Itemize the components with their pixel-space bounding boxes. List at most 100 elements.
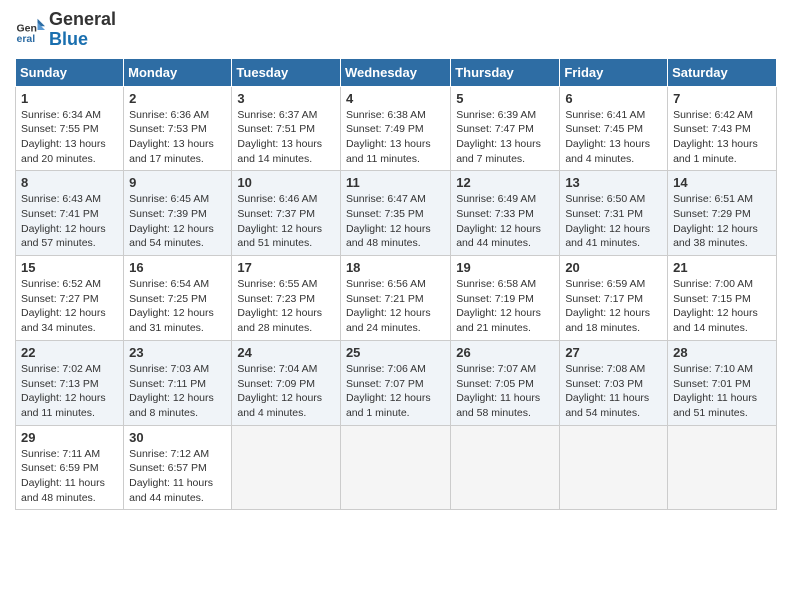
day-number: 9 xyxy=(129,175,226,190)
calendar-cell: 14 Sunrise: 6:51 AM Sunset: 7:29 PM Dayl… xyxy=(668,171,777,256)
calendar-cell: 17 Sunrise: 6:55 AM Sunset: 7:23 PM Dayl… xyxy=(232,256,341,341)
calendar-cell: 19 Sunrise: 6:58 AM Sunset: 7:19 PM Dayl… xyxy=(451,256,560,341)
calendar-cell xyxy=(340,425,450,510)
calendar-cell: 22 Sunrise: 7:02 AM Sunset: 7:13 PM Dayl… xyxy=(16,340,124,425)
day-number: 26 xyxy=(456,345,554,360)
day-header-thursday: Thursday xyxy=(451,58,560,86)
day-header-wednesday: Wednesday xyxy=(340,58,450,86)
day-number: 18 xyxy=(346,260,445,275)
day-number: 7 xyxy=(673,91,771,106)
calendar-cell: 24 Sunrise: 7:04 AM Sunset: 7:09 PM Dayl… xyxy=(232,340,341,425)
day-info: Sunrise: 7:02 AM Sunset: 7:13 PM Dayligh… xyxy=(21,362,118,421)
day-info: Sunrise: 6:36 AM Sunset: 7:53 PM Dayligh… xyxy=(129,108,226,167)
day-info: Sunrise: 6:38 AM Sunset: 7:49 PM Dayligh… xyxy=(346,108,445,167)
day-info: Sunrise: 6:47 AM Sunset: 7:35 PM Dayligh… xyxy=(346,192,445,251)
day-info: Sunrise: 6:46 AM Sunset: 7:37 PM Dayligh… xyxy=(237,192,335,251)
day-number: 19 xyxy=(456,260,554,275)
day-info: Sunrise: 6:55 AM Sunset: 7:23 PM Dayligh… xyxy=(237,277,335,336)
svg-text:eral: eral xyxy=(17,33,36,45)
day-number: 25 xyxy=(346,345,445,360)
day-info: Sunrise: 6:56 AM Sunset: 7:21 PM Dayligh… xyxy=(346,277,445,336)
day-header-friday: Friday xyxy=(560,58,668,86)
day-number: 15 xyxy=(21,260,118,275)
day-number: 5 xyxy=(456,91,554,106)
day-info: Sunrise: 6:45 AM Sunset: 7:39 PM Dayligh… xyxy=(129,192,226,251)
day-number: 16 xyxy=(129,260,226,275)
day-info: Sunrise: 7:12 AM Sunset: 6:57 PM Dayligh… xyxy=(129,447,226,506)
calendar-week-row: 15 Sunrise: 6:52 AM Sunset: 7:27 PM Dayl… xyxy=(16,256,777,341)
day-number: 30 xyxy=(129,430,226,445)
day-info: Sunrise: 6:58 AM Sunset: 7:19 PM Dayligh… xyxy=(456,277,554,336)
calendar-cell: 28 Sunrise: 7:10 AM Sunset: 7:01 PM Dayl… xyxy=(668,340,777,425)
calendar-cell: 11 Sunrise: 6:47 AM Sunset: 7:35 PM Dayl… xyxy=(340,171,450,256)
day-info: Sunrise: 7:04 AM Sunset: 7:09 PM Dayligh… xyxy=(237,362,335,421)
calendar-header-row: SundayMondayTuesdayWednesdayThursdayFrid… xyxy=(16,58,777,86)
calendar-cell: 18 Sunrise: 6:56 AM Sunset: 7:21 PM Dayl… xyxy=(340,256,450,341)
day-info: Sunrise: 6:52 AM Sunset: 7:27 PM Dayligh… xyxy=(21,277,118,336)
day-header-saturday: Saturday xyxy=(668,58,777,86)
calendar-cell: 13 Sunrise: 6:50 AM Sunset: 7:31 PM Dayl… xyxy=(560,171,668,256)
calendar-cell: 12 Sunrise: 6:49 AM Sunset: 7:33 PM Dayl… xyxy=(451,171,560,256)
calendar-cell: 7 Sunrise: 6:42 AM Sunset: 7:43 PM Dayli… xyxy=(668,86,777,171)
day-header-tuesday: Tuesday xyxy=(232,58,341,86)
day-info: Sunrise: 6:43 AM Sunset: 7:41 PM Dayligh… xyxy=(21,192,118,251)
day-info: Sunrise: 7:06 AM Sunset: 7:07 PM Dayligh… xyxy=(346,362,445,421)
day-header-sunday: Sunday xyxy=(16,58,124,86)
day-info: Sunrise: 6:41 AM Sunset: 7:45 PM Dayligh… xyxy=(565,108,662,167)
calendar-cell: 30 Sunrise: 7:12 AM Sunset: 6:57 PM Dayl… xyxy=(124,425,232,510)
logo-text: General Blue xyxy=(49,10,116,50)
day-number: 10 xyxy=(237,175,335,190)
calendar-cell: 15 Sunrise: 6:52 AM Sunset: 7:27 PM Dayl… xyxy=(16,256,124,341)
day-info: Sunrise: 6:49 AM Sunset: 7:33 PM Dayligh… xyxy=(456,192,554,251)
day-info: Sunrise: 6:50 AM Sunset: 7:31 PM Dayligh… xyxy=(565,192,662,251)
calendar-cell xyxy=(668,425,777,510)
calendar-cell: 1 Sunrise: 6:34 AM Sunset: 7:55 PM Dayli… xyxy=(16,86,124,171)
day-info: Sunrise: 6:42 AM Sunset: 7:43 PM Dayligh… xyxy=(673,108,771,167)
day-header-monday: Monday xyxy=(124,58,232,86)
calendar-cell: 20 Sunrise: 6:59 AM Sunset: 7:17 PM Dayl… xyxy=(560,256,668,341)
day-info: Sunrise: 6:34 AM Sunset: 7:55 PM Dayligh… xyxy=(21,108,118,167)
day-info: Sunrise: 7:00 AM Sunset: 7:15 PM Dayligh… xyxy=(673,277,771,336)
calendar-cell: 6 Sunrise: 6:41 AM Sunset: 7:45 PM Dayli… xyxy=(560,86,668,171)
calendar-cell xyxy=(560,425,668,510)
logo: Gen eral General Blue xyxy=(15,10,116,50)
day-number: 22 xyxy=(21,345,118,360)
day-number: 28 xyxy=(673,345,771,360)
calendar-cell: 8 Sunrise: 6:43 AM Sunset: 7:41 PM Dayli… xyxy=(16,171,124,256)
day-number: 3 xyxy=(237,91,335,106)
day-number: 12 xyxy=(456,175,554,190)
calendar-table: SundayMondayTuesdayWednesdayThursdayFrid… xyxy=(15,58,777,511)
logo-icon: Gen eral xyxy=(15,15,45,45)
calendar-cell xyxy=(232,425,341,510)
calendar-week-row: 22 Sunrise: 7:02 AM Sunset: 7:13 PM Dayl… xyxy=(16,340,777,425)
calendar-cell: 5 Sunrise: 6:39 AM Sunset: 7:47 PM Dayli… xyxy=(451,86,560,171)
calendar-cell: 21 Sunrise: 7:00 AM Sunset: 7:15 PM Dayl… xyxy=(668,256,777,341)
day-number: 20 xyxy=(565,260,662,275)
day-number: 8 xyxy=(21,175,118,190)
day-info: Sunrise: 7:11 AM Sunset: 6:59 PM Dayligh… xyxy=(21,447,118,506)
page-header: Gen eral General Blue xyxy=(15,10,777,50)
day-number: 13 xyxy=(565,175,662,190)
calendar-cell: 29 Sunrise: 7:11 AM Sunset: 6:59 PM Dayl… xyxy=(16,425,124,510)
day-info: Sunrise: 6:37 AM Sunset: 7:51 PM Dayligh… xyxy=(237,108,335,167)
calendar-week-row: 1 Sunrise: 6:34 AM Sunset: 7:55 PM Dayli… xyxy=(16,86,777,171)
day-number: 21 xyxy=(673,260,771,275)
day-number: 1 xyxy=(21,91,118,106)
day-number: 2 xyxy=(129,91,226,106)
day-number: 6 xyxy=(565,91,662,106)
day-info: Sunrise: 6:54 AM Sunset: 7:25 PM Dayligh… xyxy=(129,277,226,336)
day-info: Sunrise: 7:08 AM Sunset: 7:03 PM Dayligh… xyxy=(565,362,662,421)
day-info: Sunrise: 6:39 AM Sunset: 7:47 PM Dayligh… xyxy=(456,108,554,167)
calendar-cell: 2 Sunrise: 6:36 AM Sunset: 7:53 PM Dayli… xyxy=(124,86,232,171)
calendar-cell: 4 Sunrise: 6:38 AM Sunset: 7:49 PM Dayli… xyxy=(340,86,450,171)
day-number: 24 xyxy=(237,345,335,360)
calendar-week-row: 8 Sunrise: 6:43 AM Sunset: 7:41 PM Dayli… xyxy=(16,171,777,256)
calendar-cell: 27 Sunrise: 7:08 AM Sunset: 7:03 PM Dayl… xyxy=(560,340,668,425)
calendar-cell: 23 Sunrise: 7:03 AM Sunset: 7:11 PM Dayl… xyxy=(124,340,232,425)
day-info: Sunrise: 7:07 AM Sunset: 7:05 PM Dayligh… xyxy=(456,362,554,421)
calendar-cell: 10 Sunrise: 6:46 AM Sunset: 7:37 PM Dayl… xyxy=(232,171,341,256)
day-number: 17 xyxy=(237,260,335,275)
calendar-cell: 25 Sunrise: 7:06 AM Sunset: 7:07 PM Dayl… xyxy=(340,340,450,425)
calendar-cell: 16 Sunrise: 6:54 AM Sunset: 7:25 PM Dayl… xyxy=(124,256,232,341)
day-info: Sunrise: 6:59 AM Sunset: 7:17 PM Dayligh… xyxy=(565,277,662,336)
